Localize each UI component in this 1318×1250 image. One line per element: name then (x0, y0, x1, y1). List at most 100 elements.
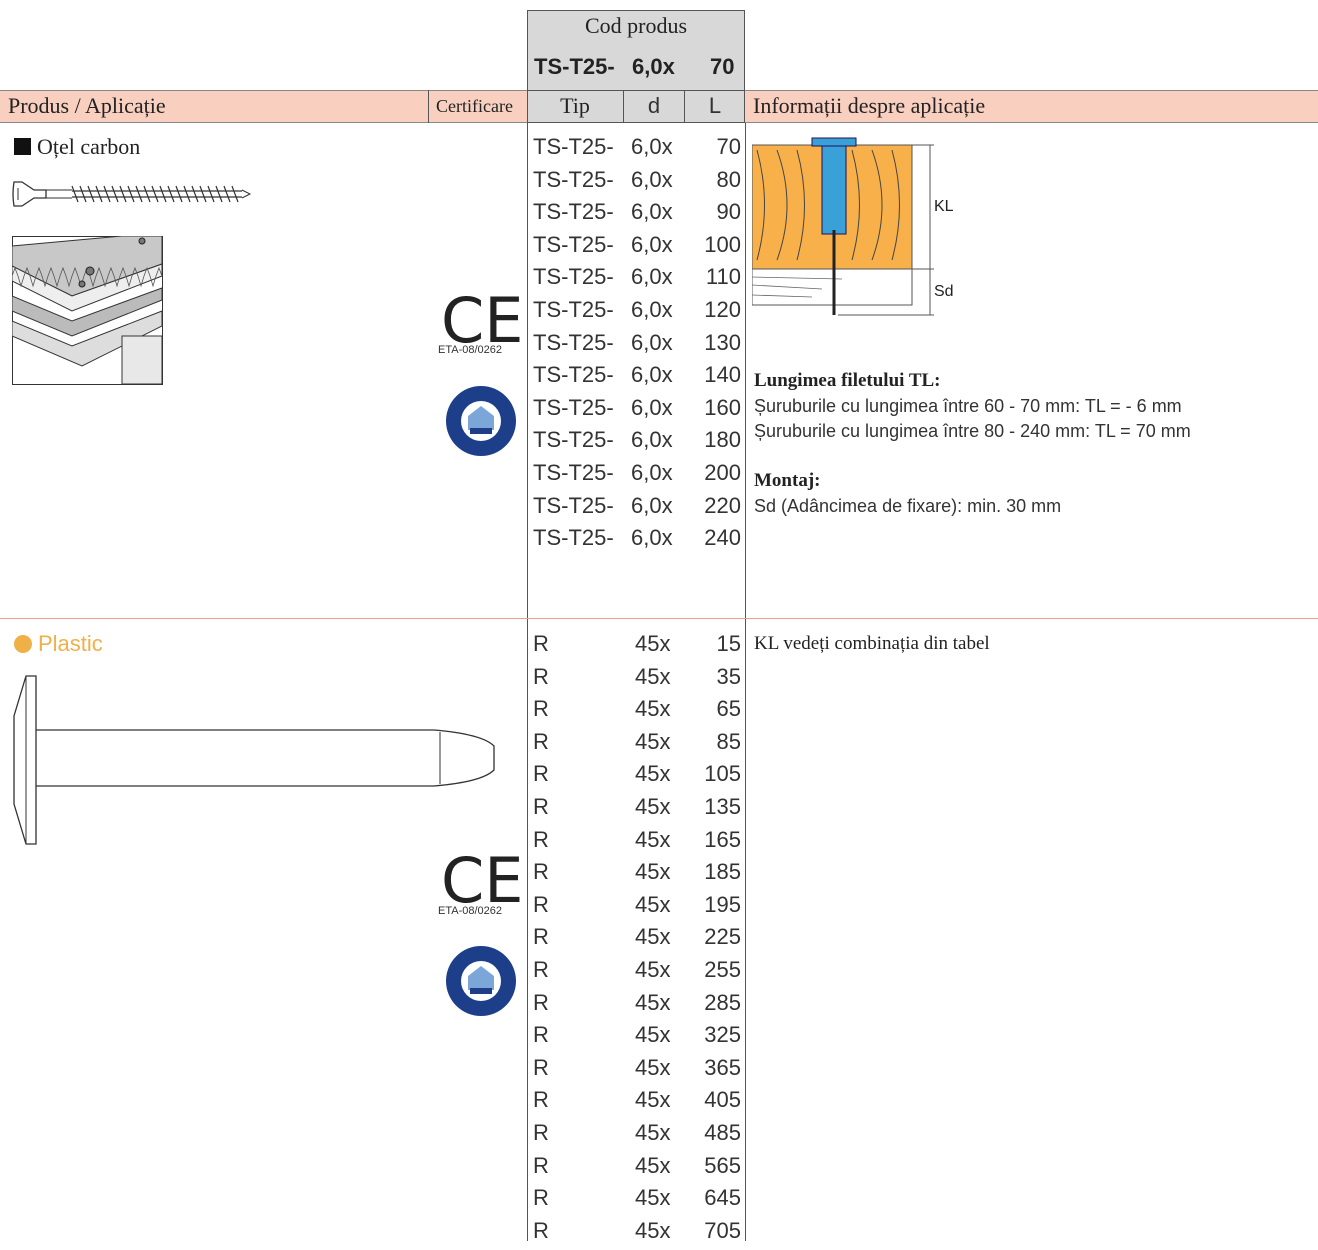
section-title-plastic: Plastic (14, 631, 103, 657)
square-bullet-icon (14, 138, 31, 155)
cell-tip: R (533, 631, 549, 656)
table-row: R 45x 195 (533, 892, 741, 924)
cell-d: 45x (635, 1087, 671, 1113)
cell-d: 6,0x (631, 199, 673, 225)
cell-tip: R (533, 663, 549, 689)
table-row: R 45x 35 (533, 664, 741, 696)
cell-d: 6,0x (631, 264, 673, 290)
table-row: R 45x 365 (533, 1055, 741, 1087)
table-row: R 45x 65 (533, 696, 741, 728)
cell-tip: TS-T25- (533, 231, 614, 257)
section-title-text: Oțel carbon (37, 134, 141, 159)
header-produs: Produs / Aplicație (8, 93, 166, 118)
table-row: TS-T25- 6,0x 140 (533, 362, 741, 394)
cell-d: 6,0x (631, 460, 673, 485)
ce-mark-icon: CE (441, 284, 524, 357)
cell-l: 240 (704, 525, 741, 551)
cell-tip: R (533, 957, 549, 982)
cell-tip: TS-T25- (533, 394, 614, 420)
cell-d: 45x (635, 631, 671, 656)
cell-d: 45x (635, 728, 671, 754)
cell-d: 6,0x (631, 166, 673, 192)
cell-d: 6,0x (631, 492, 673, 518)
table-row: TS-T25- 6,0x 200 (533, 460, 741, 492)
table-row: TS-T25- 6,0x 160 (533, 395, 741, 427)
cell-d: 45x (635, 663, 671, 689)
sintef-certification-badge (446, 946, 516, 1016)
header-l: L (708, 93, 722, 118)
table-row: R 45x 485 (533, 1120, 741, 1152)
table-row: R 45x 705 (533, 1218, 741, 1250)
cell-tip: R (533, 924, 549, 950)
cell-d: 6,0x (631, 134, 673, 159)
cell-d: 45x (635, 1022, 671, 1048)
cell-tip: R (533, 1087, 549, 1113)
sintef-badge-icon (461, 401, 501, 441)
cell-d: 45x (635, 989, 671, 1015)
cell-l: 15 (716, 631, 741, 656)
table-row: TS-T25- 6,0x 240 (533, 525, 741, 557)
cell-d: 45x (635, 696, 671, 722)
cell-tip: TS-T25- (533, 492, 614, 518)
cell-tip: R (533, 891, 549, 917)
cell-l: 135 (704, 794, 741, 819)
cell-d: 45x (635, 794, 671, 819)
cell-tip: R (533, 1152, 549, 1178)
cell-l: 365 (704, 1054, 741, 1080)
cell-d: 6,0x (631, 231, 673, 257)
header-info: Informații despre aplicație (753, 93, 986, 118)
sintef-certification-badge (446, 386, 516, 456)
table-row: R 45x 185 (533, 859, 741, 891)
table-row: R 45x 405 (533, 1087, 741, 1119)
cell-l: 160 (704, 394, 741, 420)
info-heading-montaj: Montaj: (754, 470, 821, 491)
cell-tip: R (533, 1054, 549, 1080)
plastic-sleeve-illustration (13, 675, 495, 845)
eta-number: ETA-08/0262 (438, 344, 503, 356)
code-box-prefix: TS-T25- (534, 54, 615, 79)
diagram-label-sd: Sd (934, 283, 954, 300)
cell-tip: R (533, 761, 549, 787)
cell-tip: TS-T25- (533, 427, 614, 453)
section-title-carbon-steel: Oțel carbon (14, 134, 140, 160)
info-line: Șuruburile cu lungimea între 80 - 240 mm… (754, 421, 1191, 441)
cell-l: 165 (704, 826, 741, 852)
cell-tip: TS-T25- (533, 134, 614, 159)
header-d: d (647, 93, 661, 118)
cell-l: 185 (704, 859, 741, 885)
cell-l: 120 (704, 297, 741, 322)
cell-d: 45x (635, 826, 671, 852)
installation-diagram (752, 137, 934, 316)
cell-d: 6,0x (631, 525, 673, 551)
roof-build-up-illustration (12, 236, 163, 385)
cell-l: 130 (704, 329, 741, 355)
cell-l: 565 (704, 1152, 741, 1178)
table-row: R 45x 85 (533, 729, 741, 761)
circle-bullet-icon (14, 635, 32, 653)
cell-l: 485 (704, 1120, 741, 1145)
table-row: R 45x 645 (533, 1185, 741, 1217)
cell-l: 80 (716, 166, 741, 192)
cell-l: 195 (704, 891, 741, 917)
cell-tip: TS-T25- (533, 460, 614, 485)
cell-d: 6,0x (631, 329, 673, 355)
cell-d: 6,0x (631, 427, 673, 453)
cell-tip: R (533, 794, 549, 819)
cell-d: 45x (635, 1152, 671, 1178)
table-row: R 45x 285 (533, 990, 741, 1022)
table-row: TS-T25- 6,0x 90 (533, 199, 741, 231)
cell-l: 180 (704, 427, 741, 453)
table-row: R 45x 135 (533, 794, 741, 826)
cell-l: 325 (704, 1022, 741, 1048)
cell-tip: TS-T25- (533, 199, 614, 225)
cell-l: 35 (716, 663, 741, 689)
table-row: R 45x 165 (533, 827, 741, 859)
code-column-border (745, 123, 746, 1241)
cell-tip: TS-T25- (533, 525, 614, 551)
cell-tip: R (533, 728, 549, 754)
table-row: R 45x 15 (533, 631, 741, 663)
table-row: TS-T25- 6,0x 130 (533, 330, 741, 362)
table-row: TS-T25- 6,0x 110 (533, 264, 741, 296)
cell-l: 70 (716, 134, 741, 159)
cell-tip: R (533, 1120, 549, 1145)
